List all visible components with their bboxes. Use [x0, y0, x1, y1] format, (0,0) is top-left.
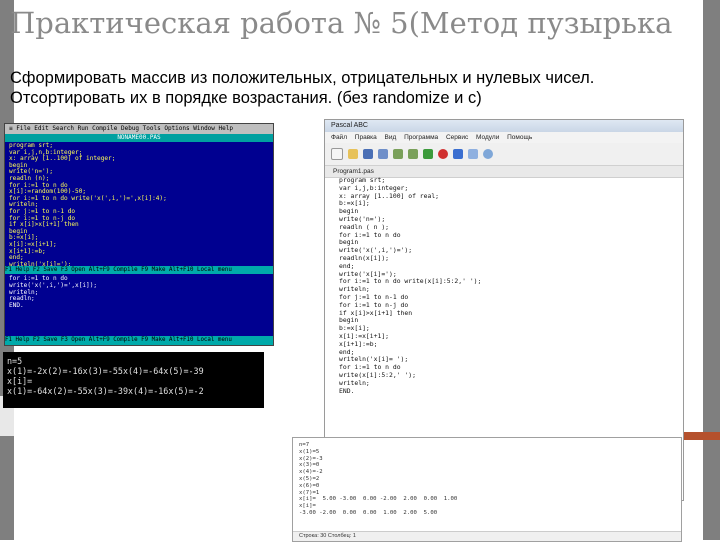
save-all-icon[interactable]: [378, 149, 388, 159]
subtitle-line-1: Сформировать массив из положительных, от…: [10, 69, 595, 87]
console-text: n=5 x(1)=-2x(2)=-16x(3)=-55x(4)=-64x(5)=…: [7, 356, 204, 396]
abc-title-bar: Pascal ABC: [325, 120, 683, 132]
undo-icon[interactable]: [393, 149, 403, 159]
abc-toolbar: [325, 143, 683, 166]
new-file-icon[interactable]: [331, 148, 343, 160]
save-icon[interactable]: [363, 149, 373, 159]
turbo-pascal-window: ≡ File Edit Search Run Compile Debug Too…: [4, 123, 274, 346]
redo-icon[interactable]: [408, 149, 418, 159]
step-icon[interactable]: [468, 149, 478, 159]
help-icon[interactable]: [483, 149, 493, 159]
open-folder-icon[interactable]: [348, 149, 358, 159]
tp-status-bar: F1 Help F2 Save F3 Open Alt+F9 Compile F…: [5, 266, 273, 274]
console-output: n=5 x(1)=-2x(2)=-16x(3)=-55x(4)=-64x(5)=…: [3, 352, 264, 408]
tp-code-editor-lower[interactable]: for i:=1 to n do write('x(',i,')=',x[i])…: [5, 274, 273, 338]
debug-icon[interactable]: [453, 149, 463, 159]
slide-title: Практическая работа № 5(Метод пузырька: [10, 6, 673, 40]
abc-menu-bar[interactable]: Файл Правка Вид Программа Сервис Модули …: [325, 132, 683, 143]
right-decor-accent: [679, 432, 720, 440]
tp-menu-bar[interactable]: ≡ File Edit Search Run Compile Debug Too…: [5, 124, 273, 134]
tp-file-title: NONAME00.PAS: [5, 134, 273, 142]
slide-subtitle: Сформировать массив из положительных, от…: [10, 68, 690, 108]
abc-output-window: n=7 x(1)=5 x(2)=-3 x(3)=0 x(4)=-2 x(5)=2…: [292, 437, 682, 542]
abc-output-text: n=7 x(1)=5 x(2)=-3 x(3)=0 x(4)=-2 x(5)=2…: [299, 442, 458, 516]
right-decor-bar: [703, 0, 720, 540]
tp-bottom-bar: F1 Help F2 Save F3 Open Alt+F9 Compile F…: [5, 336, 273, 345]
stop-icon[interactable]: [438, 149, 448, 159]
tp-code-editor[interactable]: program srt; var i,j,n,b:integer; x: arr…: [5, 142, 273, 269]
run-icon[interactable]: [423, 149, 433, 159]
subtitle-line-2: Отсортировать их в порядке возрастания. …: [10, 89, 482, 107]
